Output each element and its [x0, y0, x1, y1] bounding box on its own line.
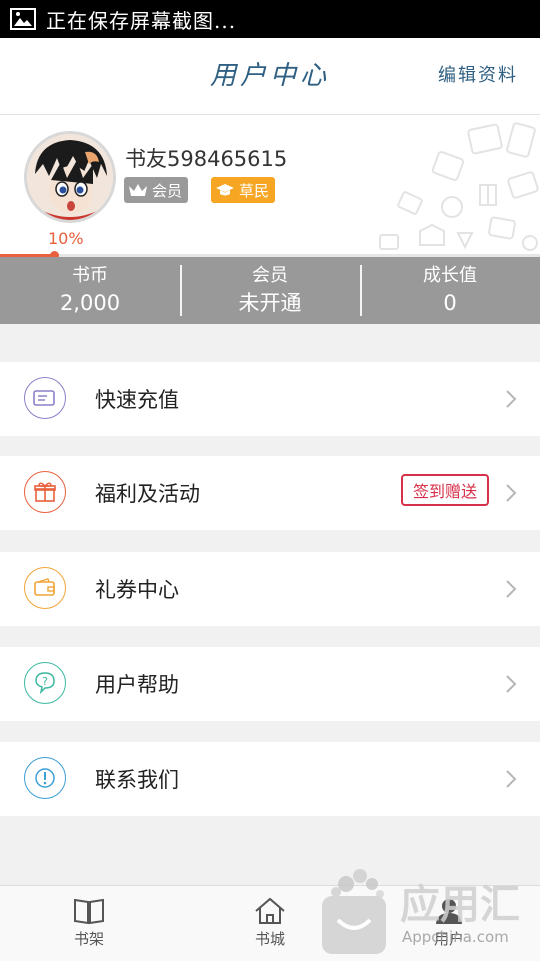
chevron-right-icon [506, 580, 517, 598]
stat-membership[interactable]: 会员 未开通 [180, 257, 360, 324]
menu-item-label: 用户帮助 [95, 673, 179, 697]
svg-text:?: ? [42, 675, 48, 688]
home-icon [255, 897, 285, 924]
avatar-image [27, 134, 113, 220]
menu-item-label: 福利及活动 [95, 482, 200, 506]
menu-item-label: 快速充值 [95, 388, 179, 412]
tab-bookshelf[interactable]: 书架 [29, 886, 149, 961]
appchina-watermark: 应用汇 Appchina.com [322, 869, 520, 954]
card-icon [24, 377, 66, 419]
chevron-right-icon [506, 390, 517, 408]
chevron-right-icon [506, 675, 517, 693]
header: 用户中心 编辑资料 [0, 38, 540, 115]
menu-item-help[interactable]: ? 用户帮助 [0, 647, 540, 721]
stats-bar: 书币 2,000 会员 未开通 成长值 0 [0, 257, 540, 324]
book-icon [74, 898, 104, 925]
chevron-right-icon [506, 770, 517, 788]
menu-item-label: 联系我们 [95, 768, 179, 792]
menu-item-coupon[interactable]: 礼券中心 [0, 552, 540, 626]
sign-in-bonus-tag[interactable]: 签到赠送 [400, 474, 489, 506]
profile-card: 书友598465615 会员 草民 10% [0, 115, 540, 263]
question-icon: ? [24, 662, 66, 704]
stat-label: 会员 [252, 264, 288, 286]
tab-bookstore[interactable]: 书城 [210, 886, 330, 961]
image-icon [10, 8, 36, 30]
progress-label: 10% [48, 229, 84, 248]
grade-badge: 草民 [211, 177, 276, 203]
exclamation-icon [24, 757, 66, 799]
member-badge: 会员 [124, 177, 189, 203]
menu-item-recharge[interactable]: 快速充值 [0, 362, 540, 436]
stat-growth[interactable]: 成长值 0 [360, 257, 540, 324]
stat-label: 成长值 [423, 264, 477, 286]
status-bar: 正在保存屏幕截图... [0, 0, 540, 38]
wallet-icon [24, 567, 66, 609]
stat-label: 书币 [72, 264, 108, 286]
gift-icon [24, 471, 66, 513]
stat-value: 0 [443, 290, 457, 315]
menu-item-welfare[interactable]: 福利及活动 签到赠送 [0, 456, 540, 530]
stat-value: 未开通 [238, 290, 302, 315]
grade-badge-label: 草民 [239, 181, 270, 200]
menu-item-label: 礼券中心 [95, 578, 179, 602]
background-pattern [379, 122, 539, 251]
tab-label: 书城 [254, 930, 285, 948]
status-text: 正在保存屏幕截图... [46, 8, 237, 33]
member-badge-label: 会员 [152, 181, 183, 200]
username: 书友598465615 [125, 147, 288, 171]
menu-item-contact[interactable]: 联系我们 [0, 742, 540, 816]
crown-icon [129, 184, 147, 196]
avatar[interactable] [24, 131, 116, 223]
watermark-brand: 应用汇 [400, 882, 520, 928]
edit-profile-button[interactable]: 编辑资料 [438, 38, 518, 114]
stat-coins[interactable]: 书币 2,000 [0, 257, 180, 324]
watermark-domain: Appchina.com [402, 928, 509, 946]
chevron-right-icon [506, 484, 517, 502]
graduation-cap-icon [216, 184, 234, 196]
stat-value: 2,000 [59, 290, 121, 315]
tab-label: 书架 [73, 930, 104, 948]
